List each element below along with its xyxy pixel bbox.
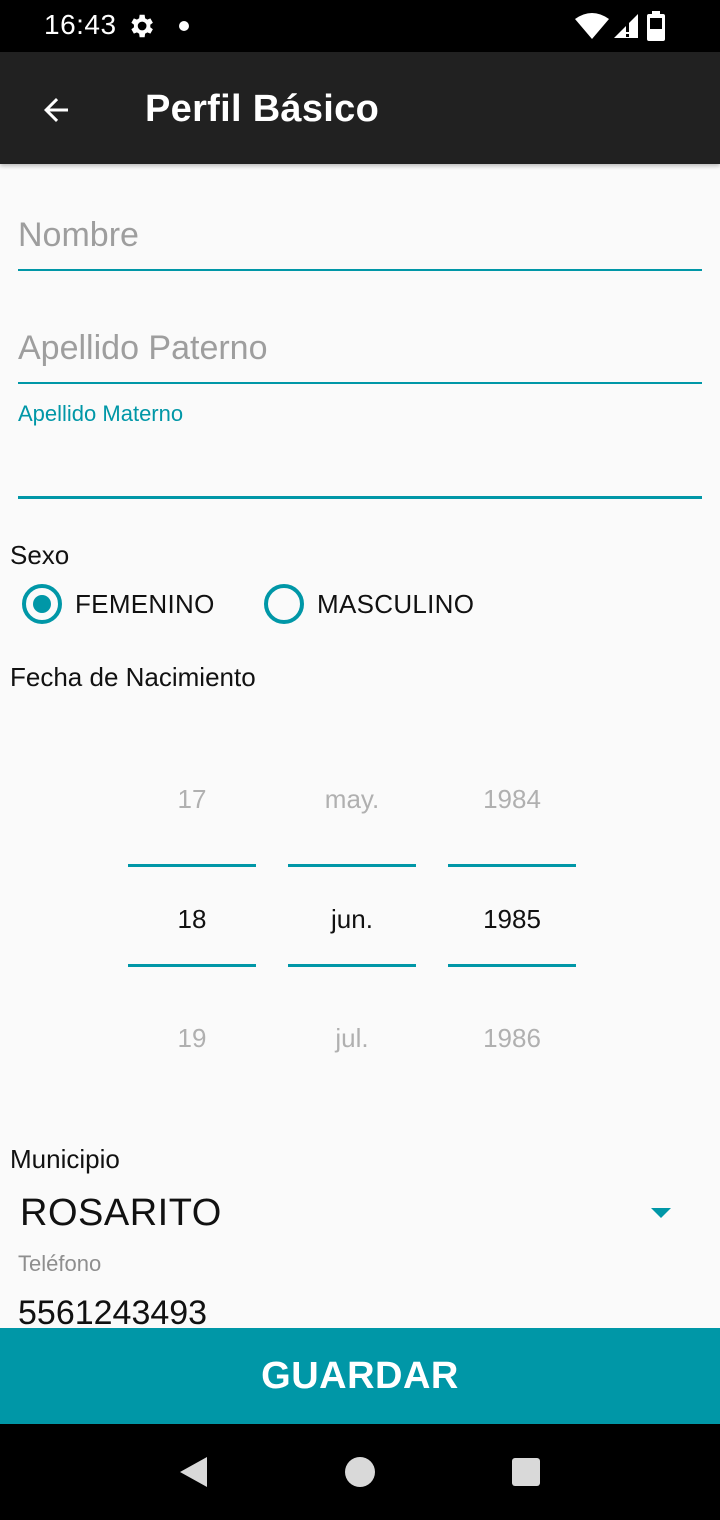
- radio-unchecked-icon: [264, 584, 304, 624]
- wifi-icon: [575, 13, 609, 39]
- nombre-input[interactable]: [18, 216, 702, 255]
- year-next[interactable]: 1986: [448, 1023, 576, 1054]
- radio-femenino-label: FEMENINO: [75, 588, 215, 619]
- month-picker-line-bottom: [288, 964, 416, 967]
- sexo-label: Sexo: [10, 540, 70, 570]
- nav-recents-button[interactable]: [506, 1452, 546, 1492]
- year-picker-line-bottom: [448, 964, 576, 967]
- radio-masculino[interactable]: MASCULINO: [264, 584, 474, 624]
- month-prev[interactable]: may.: [288, 784, 416, 815]
- radio-masculino-label: MASCULINO: [317, 588, 475, 619]
- apellido-paterno-field[interactable]: [18, 329, 702, 384]
- status-time: 16:43: [44, 9, 117, 40]
- municipio-value: ROSARITO: [20, 1192, 222, 1234]
- month-selected[interactable]: jun.: [288, 904, 416, 935]
- municipio-spinner[interactable]: ROSARITO: [0, 1180, 720, 1250]
- apellido-materno-input[interactable]: [18, 451, 702, 490]
- nav-home-button[interactable]: [340, 1452, 380, 1492]
- nav-back-button[interactable]: [172, 1452, 212, 1492]
- battery-icon: [647, 11, 665, 41]
- nombre-underline: [18, 269, 702, 271]
- year-picker[interactable]: 1984 1985 1986: [448, 770, 576, 1070]
- nav-back-icon: [180, 1457, 207, 1487]
- status-bar: 16:43: [0, 0, 720, 52]
- month-picker-line-top: [288, 864, 416, 867]
- signal-icon: [614, 14, 638, 38]
- day-picker-line-top: [128, 864, 256, 867]
- nav-home-icon: [345, 1457, 375, 1487]
- back-button[interactable]: [30, 84, 82, 136]
- navigation-bar: [0, 1424, 720, 1520]
- municipio-label: Municipio: [10, 1144, 120, 1174]
- radio-checked-icon: [22, 584, 62, 624]
- dropdown-arrow-icon: [651, 1208, 671, 1218]
- day-picker[interactable]: 17 18 19: [128, 770, 256, 1070]
- arrow-back-icon: [44, 98, 68, 122]
- apellido-materno-underline: [18, 496, 702, 499]
- day-selected[interactable]: 18: [128, 904, 256, 935]
- notification-dot-icon: [179, 21, 189, 31]
- telefono-label: Teléfono: [18, 1251, 102, 1276]
- radio-femenino[interactable]: FEMENINO: [22, 584, 215, 624]
- settings-gear-icon: [131, 14, 153, 38]
- apellido-materno-label: Apellido Materno: [18, 401, 184, 426]
- nav-recents-icon: [512, 1458, 540, 1486]
- day-next[interactable]: 19: [128, 1023, 256, 1054]
- day-prev[interactable]: 17: [128, 784, 256, 815]
- apellido-materno-field[interactable]: Apellido Materno: [18, 401, 702, 499]
- year-selected[interactable]: 1985: [448, 904, 576, 935]
- year-prev[interactable]: 1984: [448, 784, 576, 815]
- month-picker[interactable]: may. jun. jul.: [288, 770, 416, 1070]
- apellido-paterno-input[interactable]: [18, 329, 702, 368]
- apellido-paterno-underline: [18, 382, 702, 384]
- app-bar: Perfil Básico: [0, 52, 720, 164]
- page-title: Perfil Básico: [145, 88, 380, 130]
- month-next[interactable]: jul.: [288, 1023, 416, 1054]
- day-picker-line-bottom: [128, 964, 256, 967]
- save-button[interactable]: GUARDAR: [0, 1328, 720, 1424]
- year-picker-line-top: [448, 864, 576, 867]
- nombre-field[interactable]: [18, 216, 702, 271]
- fecha-nacimiento-label: Fecha de Nacimiento: [10, 662, 256, 692]
